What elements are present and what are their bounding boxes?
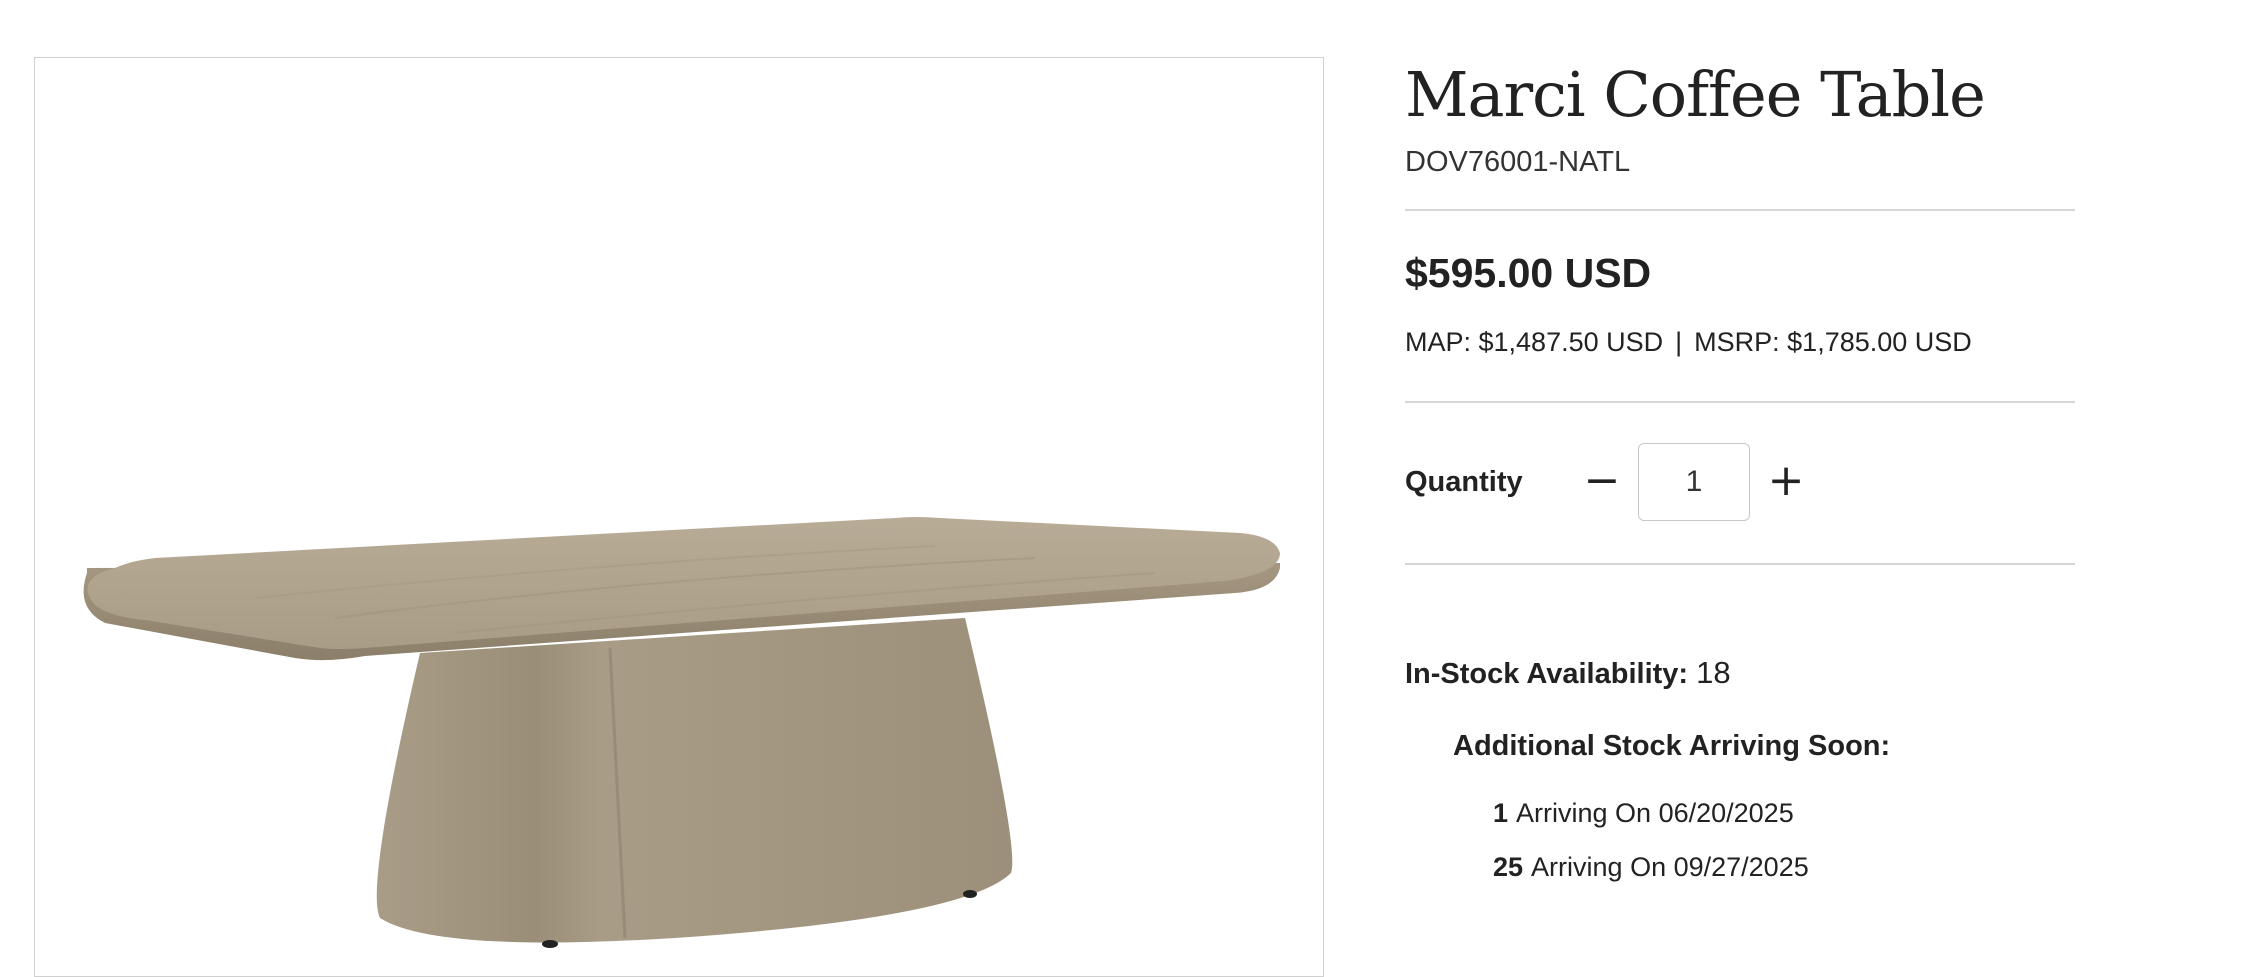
- arrival-qty: 1: [1493, 798, 1509, 828]
- divider: [1405, 563, 2075, 565]
- coffee-table-illustration: [83, 517, 1281, 948]
- map-msrp-line: MAP: $1,487.50 USD | MSRP: $1,785.00 USD: [1405, 327, 1972, 358]
- minus-icon: −: [1583, 455, 1621, 506]
- price-separator: |: [1675, 327, 1683, 357]
- arrival-date: Arriving On 06/20/2025: [1516, 798, 1794, 828]
- arrival-item: 1 Arriving On 06/20/2025: [1493, 798, 1794, 829]
- product-title: Marci Coffee Table: [1405, 58, 1986, 131]
- in-stock-availability: In-Stock Availability: 18: [1405, 655, 1731, 691]
- divider: [1405, 401, 2075, 403]
- quantity-increment-button[interactable]: +: [1761, 456, 1811, 506]
- in-stock-count: 18: [1696, 655, 1731, 690]
- map-price: MAP: $1,487.50 USD: [1405, 327, 1664, 357]
- in-stock-label: In-Stock Availability:: [1405, 658, 1689, 690]
- arrival-date: Arriving On 09/27/2025: [1531, 852, 1809, 882]
- table-base: [376, 618, 1013, 943]
- divider: [1405, 209, 2075, 211]
- product-image[interactable]: [34, 57, 1324, 977]
- arriving-soon-title: Additional Stock Arriving Soon:: [1453, 730, 1891, 762]
- arrival-item: 25 Arriving On 09/27/2025: [1493, 852, 1809, 883]
- plus-icon: +: [1767, 455, 1805, 506]
- product-price: $595.00 USD: [1405, 250, 1652, 296]
- quantity-decrement-button[interactable]: −: [1577, 456, 1627, 506]
- quantity-label: Quantity: [1405, 466, 1523, 498]
- product-sku: DOV76001-NATL: [1405, 146, 1631, 178]
- quantity-input[interactable]: [1638, 443, 1750, 521]
- arrival-qty: 25: [1493, 852, 1524, 882]
- msrp-price: MSRP: $1,785.00 USD: [1694, 327, 1972, 357]
